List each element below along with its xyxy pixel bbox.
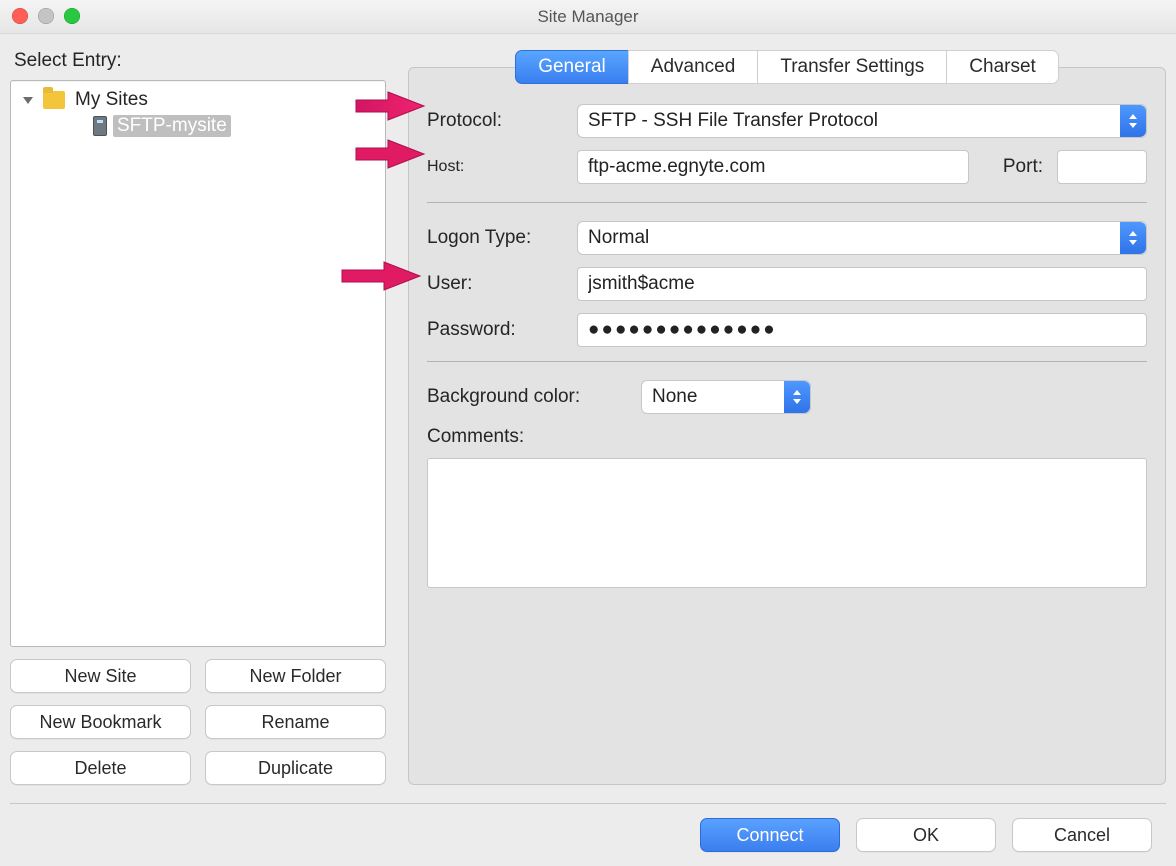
bg-color-label: Background color: [427, 386, 627, 408]
server-icon [93, 116, 107, 136]
right-column: General Advanced Transfer Settings Chars… [408, 46, 1166, 785]
minimize-icon[interactable] [38, 8, 54, 24]
content: Select Entry: My Sites SFTP-mysite [0, 34, 1176, 866]
new-site-button[interactable]: New Site [10, 659, 191, 693]
logon-type-value: Normal [588, 227, 649, 249]
port-input[interactable] [1057, 150, 1147, 184]
site-manager-window: Site Manager Select Entry: My Sites [0, 0, 1176, 866]
entry-tree[interactable]: My Sites SFTP-mysite [10, 80, 386, 647]
password-row: Password: [427, 313, 1147, 347]
connect-button[interactable]: Connect [700, 818, 840, 852]
footer: Connect OK Cancel [10, 803, 1166, 866]
host-label: Host: [427, 158, 563, 176]
stepper-icon [1120, 105, 1146, 137]
password-label: Password: [427, 319, 563, 341]
user-row: User: [427, 267, 1147, 301]
logon-type-label: Logon Type: [427, 227, 563, 249]
host-row: Host: Port: [427, 150, 1147, 184]
window-title: Site Manager [537, 7, 638, 27]
select-entry-label: Select Entry: [14, 50, 386, 72]
bg-color-row: Background color: None [427, 380, 1147, 414]
tab-advanced[interactable]: Advanced [628, 50, 758, 84]
cancel-button[interactable]: Cancel [1012, 818, 1152, 852]
tab-charset[interactable]: Charset [946, 50, 1059, 84]
tree-root-label: My Sites [71, 89, 152, 111]
tree-item-row[interactable]: SFTP-mysite [13, 113, 383, 139]
divider [427, 361, 1147, 362]
stepper-icon [784, 381, 810, 413]
stepper-icon [1120, 222, 1146, 254]
new-folder-button[interactable]: New Folder [205, 659, 386, 693]
folder-icon [43, 91, 65, 109]
close-icon[interactable] [12, 8, 28, 24]
disclosure-triangle-icon[interactable] [19, 91, 37, 109]
user-label: User: [427, 273, 563, 295]
tab-transfer-settings[interactable]: Transfer Settings [757, 50, 946, 84]
entry-button-grid: New Site New Folder New Bookmark Rename … [10, 659, 386, 785]
bg-color-value: None [652, 386, 697, 408]
rename-button[interactable]: Rename [205, 705, 386, 739]
host-input[interactable] [577, 150, 969, 184]
tree-root-row[interactable]: My Sites [13, 87, 383, 113]
tab-general[interactable]: General [515, 50, 628, 84]
bg-color-select[interactable]: None [641, 380, 811, 414]
logon-type-select[interactable]: Normal [577, 221, 1147, 255]
comments-label: Comments: [427, 426, 1147, 448]
password-input[interactable] [577, 313, 1147, 347]
window-controls [12, 8, 80, 24]
new-bookmark-button[interactable]: New Bookmark [10, 705, 191, 739]
protocol-value: SFTP - SSH File Transfer Protocol [588, 110, 878, 132]
divider [427, 202, 1147, 203]
titlebar: Site Manager [0, 0, 1176, 34]
user-input[interactable] [577, 267, 1147, 301]
duplicate-button[interactable]: Duplicate [205, 751, 386, 785]
tree-item-label: SFTP-mysite [113, 115, 231, 137]
ok-button[interactable]: OK [856, 818, 996, 852]
protocol-row: Protocol: SFTP - SSH File Transfer Proto… [427, 104, 1147, 138]
maximize-icon[interactable] [64, 8, 80, 24]
protocol-select[interactable]: SFTP - SSH File Transfer Protocol [577, 104, 1147, 138]
tab-bar: General Advanced Transfer Settings Chars… [515, 50, 1059, 84]
logon-type-row: Logon Type: Normal [427, 221, 1147, 255]
delete-button[interactable]: Delete [10, 751, 191, 785]
port-label: Port: [983, 156, 1043, 178]
left-column: Select Entry: My Sites SFTP-mysite [10, 46, 386, 785]
comments-textarea[interactable] [427, 458, 1147, 588]
protocol-label: Protocol: [427, 110, 563, 132]
general-panel: Protocol: SFTP - SSH File Transfer Proto… [408, 67, 1166, 785]
